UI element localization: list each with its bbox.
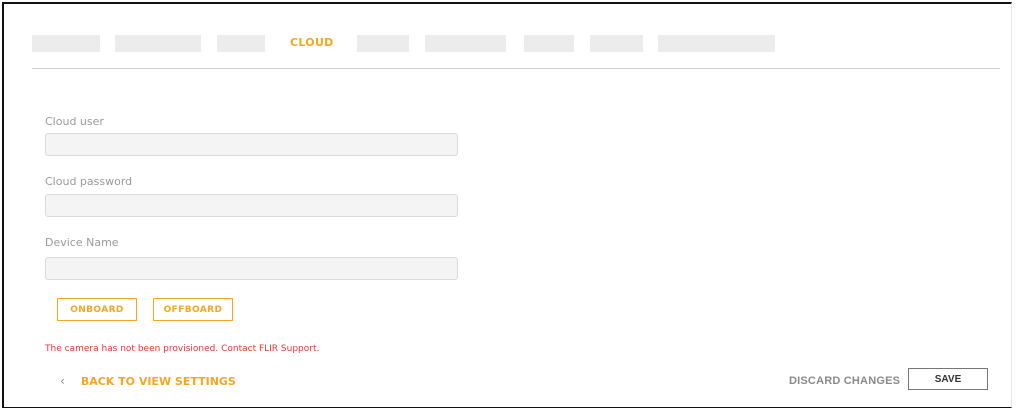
tab-placeholder-4[interactable] bbox=[357, 35, 409, 52]
discard-changes-button[interactable]: DISCARD CHANGES bbox=[789, 375, 900, 387]
back-link-label: BACK TO VIEW SETTINGS bbox=[80, 374, 236, 388]
tab-placeholder-8[interactable] bbox=[658, 35, 775, 52]
tabs-divider bbox=[32, 68, 1000, 69]
cloud-password-input[interactable] bbox=[45, 194, 458, 217]
tab-placeholder-1[interactable] bbox=[32, 35, 100, 52]
cloud-password-label: Cloud password bbox=[45, 175, 133, 188]
onboard-button[interactable]: ONBOARD bbox=[57, 298, 137, 321]
tab-placeholder-3[interactable] bbox=[217, 35, 265, 52]
offboard-button[interactable]: OFFBOARD bbox=[153, 298, 233, 321]
cloud-user-label: Cloud user bbox=[45, 115, 104, 128]
device-name-label: Device Name bbox=[45, 236, 119, 249]
device-name-input[interactable] bbox=[45, 257, 458, 280]
back-to-view-settings-link[interactable]: ‹ BACK TO VIEW SETTINGS bbox=[60, 374, 236, 388]
save-button[interactable]: SAVE bbox=[908, 368, 988, 390]
cloud-user-input[interactable] bbox=[45, 133, 458, 156]
tab-placeholder-5[interactable] bbox=[425, 35, 506, 52]
tab-placeholder-6[interactable] bbox=[524, 35, 574, 52]
tab-placeholder-2[interactable] bbox=[115, 35, 201, 52]
provisioning-error-message: The camera has not been provisioned. Con… bbox=[45, 344, 320, 354]
chevron-left-icon: ‹ bbox=[60, 374, 65, 388]
tab-cloud[interactable]: CLOUD bbox=[290, 36, 334, 49]
tab-placeholder-7[interactable] bbox=[590, 35, 643, 52]
